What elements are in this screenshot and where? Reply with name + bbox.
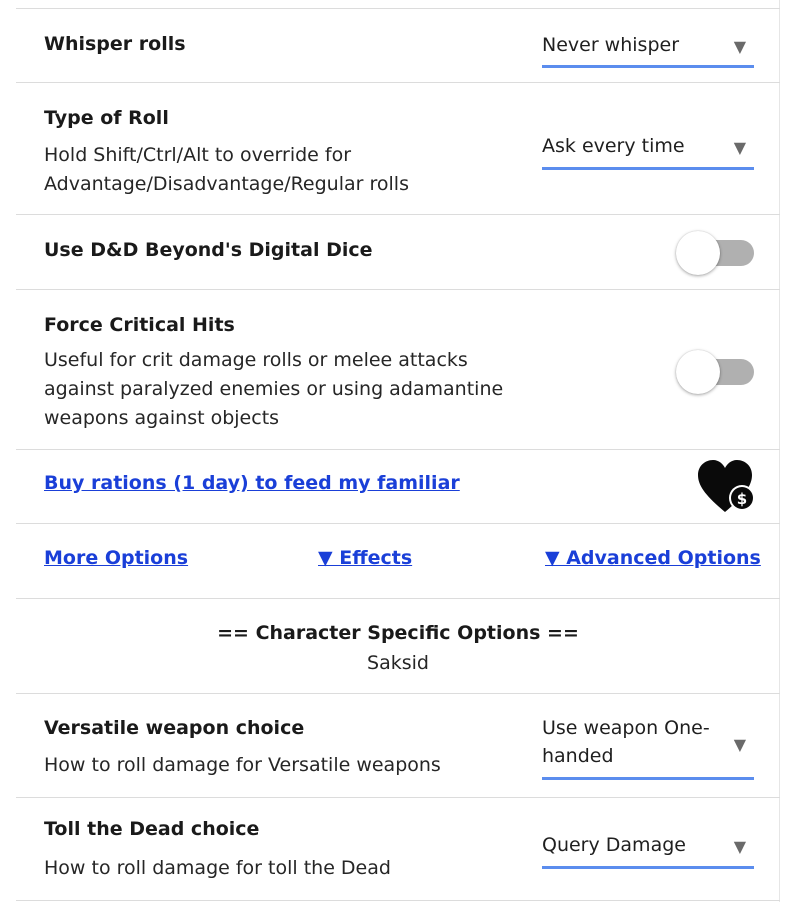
toll-dead-select-value: Query Damage: [542, 834, 686, 856]
roll-type-select[interactable]: Ask every time ▼: [542, 132, 754, 170]
svg-text:$: $: [737, 490, 747, 508]
roll-type-select-value: Ask every time: [542, 135, 685, 157]
advanced-options-link[interactable]: ▼ Advanced Options: [545, 547, 761, 569]
setting-digital-dice: Use D&D Beyond's Digital Dice: [16, 214, 780, 289]
toll-dead-select[interactable]: Query Damage ▼: [542, 831, 754, 869]
chevron-down-icon: ▼: [733, 837, 746, 856]
whisper-select-value: Never whisper: [542, 34, 680, 56]
toll-dead-title: Toll the Dead choice: [44, 818, 260, 840]
force-crit-desc-line3: weapons against objects: [44, 407, 280, 429]
more-options-link[interactable]: More Options: [44, 547, 188, 569]
versatile-select-value-line1: Use weapon One-: [542, 717, 710, 739]
force-crit-desc-line1: Useful for crit damage rolls or melee at…: [44, 349, 468, 371]
character-section: == Character Specific Options == Saksid: [16, 598, 780, 693]
roll-type-desc-line1: Hold Shift/Ctrl/Alt to override for: [44, 144, 352, 166]
force-crit-desc-line2: against paralyzed enemies or using adama…: [44, 378, 504, 400]
digital-dice-toggle[interactable]: [676, 229, 756, 275]
character-section-title: == Character Specific Options ==: [217, 622, 579, 644]
setting-force-critical-hits: Force Critical Hits Useful for crit dama…: [16, 289, 780, 449]
heart-dollar-icon[interactable]: $: [696, 458, 758, 516]
toggle-knob: [676, 350, 720, 394]
toll-dead-desc: How to roll damage for toll the Dead: [44, 857, 391, 879]
force-crit-toggle[interactable]: [676, 348, 756, 394]
donate-row: Buy rations (1 day) to feed my familiar …: [16, 449, 780, 523]
toggle-knob: [676, 231, 720, 275]
versatile-select[interactable]: Use weapon One- handed ▼: [542, 714, 754, 780]
digital-dice-title: Use D&D Beyond's Digital Dice: [44, 239, 373, 261]
force-crit-title: Force Critical Hits: [44, 314, 235, 336]
whisper-title: Whisper rolls: [44, 33, 186, 55]
roll-type-desc-line2: Advantage/Disadvantage/Regular rolls: [44, 173, 409, 195]
chevron-down-icon: ▼: [733, 138, 746, 157]
setting-whisper-rolls: Whisper rolls Never whisper ▼: [16, 8, 780, 82]
versatile-title: Versatile weapon choice: [44, 717, 305, 739]
character-name: Saksid: [367, 652, 429, 674]
versatile-desc: How to roll damage for Versatile weapons: [44, 754, 441, 776]
setting-type-of-roll: Type of Roll Hold Shift/Ctrl/Alt to over…: [16, 82, 780, 214]
versatile-select-value-line2: handed: [542, 745, 614, 767]
whisper-select[interactable]: Never whisper ▼: [542, 31, 754, 68]
setting-toll-the-dead: Toll the Dead choice How to roll damage …: [16, 797, 780, 901]
chevron-down-icon: ▼: [733, 37, 746, 56]
options-links-row: More Options ▼ Effects ▼ Advanced Option…: [16, 523, 780, 598]
setting-versatile-weapon: Versatile weapon choice How to roll dama…: [16, 693, 780, 797]
settings-panel: Whisper rolls Never whisper ▼ Type of Ro…: [16, 0, 780, 902]
effects-link[interactable]: ▼ Effects: [318, 547, 412, 569]
donate-link[interactable]: Buy rations (1 day) to feed my familiar: [44, 472, 460, 494]
roll-type-title: Type of Roll: [44, 107, 169, 129]
chevron-down-icon: ▼: [733, 735, 746, 754]
